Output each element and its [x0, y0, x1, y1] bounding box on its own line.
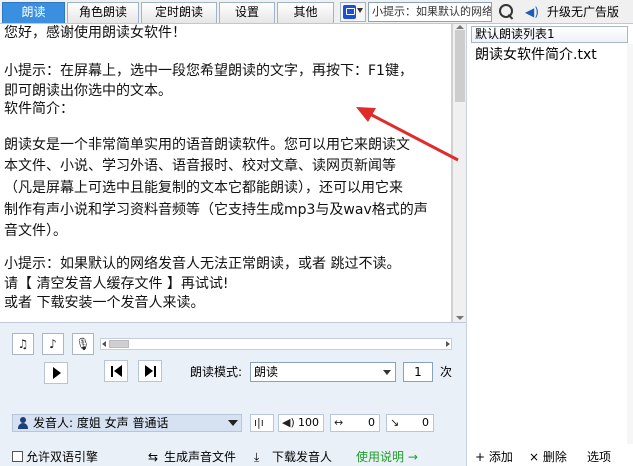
- volume-icon: ◀): [282, 416, 295, 429]
- person-icon: [17, 417, 29, 429]
- text-line: 或者 下载安装一个发音人来读。: [4, 295, 205, 311]
- read-mode-select[interactable]: 朗读: [250, 362, 396, 382]
- text-line: 小提示：在屏幕上，选中一段您希望朗读的文字，再按下：F1键，: [4, 63, 413, 79]
- scroll-down-icon[interactable]: [456, 316, 464, 320]
- scroll-thumb[interactable]: [455, 30, 465, 102]
- download-icon: ⤓: [254, 450, 260, 464]
- text-line: 制作有声小说和学习资料音频等（它支持生成mp3与及wav格式的声: [4, 202, 428, 218]
- upgrade-button[interactable]: ◀) 升级无广告版: [523, 2, 633, 22]
- playlist-item-label: 朗读女软件简介.txt: [475, 47, 597, 63]
- red-arrow-annotation: [356, 107, 459, 162]
- prev-bar: [111, 366, 113, 377]
- tab-timed-read[interactable]: 定时朗读: [141, 2, 217, 23]
- bilingual-label[interactable]: 允许双语引擎: [26, 448, 98, 466]
- tab-role-read[interactable]: 角色朗读: [67, 2, 139, 23]
- playlist-item[interactable]: 朗读女软件简介.txt: [475, 46, 597, 64]
- pitch-control[interactable]: ↘ 0: [386, 414, 434, 432]
- options-button[interactable]: 选项: [587, 448, 611, 466]
- speed-icon: ↔: [334, 416, 344, 429]
- music-file-icon[interactable]: ♫: [12, 333, 34, 355]
- music-note-icon[interactable]: ♪: [42, 333, 64, 355]
- text-editor[interactable]: 您好，感谢使用朗读女软件！ 小提示：在屏幕上，选中一段您希望朗读的文字，再按下：…: [0, 24, 452, 322]
- playlist-panel: 默认朗读列表1 朗读女软件简介.txt + 添加 × 删除 选项: [466, 24, 633, 466]
- speaker-label: 发音人: 度姐 女声 普通话: [33, 416, 169, 430]
- tab-settings[interactable]: 设置: [219, 2, 275, 23]
- repeat-times-label: 次: [440, 365, 453, 379]
- play-button[interactable]: [44, 362, 68, 384]
- playlist-footer: + 添加 × 删除 选项: [467, 448, 633, 466]
- playlist-header[interactable]: 默认朗读列表1: [471, 26, 628, 43]
- search-input[interactable]: 小提示：如果默认的网络: [368, 2, 492, 22]
- text-vertical-scrollbar[interactable]: [452, 24, 466, 322]
- next-bar: [154, 366, 156, 377]
- progress-thumb[interactable]: [109, 340, 129, 348]
- bilingual-checkbox[interactable]: [12, 451, 23, 462]
- text-line: 请【 清空发音人缓存文件 】再试试!: [4, 276, 229, 292]
- read-mode-label: 朗读模式:: [190, 365, 243, 379]
- pitch-icon: ↘: [390, 416, 400, 429]
- tab-other[interactable]: 其他: [277, 2, 334, 23]
- text-line: 音文件）。: [4, 223, 67, 239]
- previous-icon: [114, 365, 122, 377]
- options-row: 允许双语引擎 ⇆ 生成声音文件 ⤓ 下载发音人 使用说明 →: [0, 447, 466, 466]
- download-speaker-button[interactable]: 下载发音人: [272, 448, 332, 466]
- text-line: 本文件、小说、学习外语、语音报时、校对文章、读网页新闻等: [4, 158, 396, 174]
- gen-audio-icon: ⇆: [148, 450, 159, 464]
- delete-button[interactable]: × 删除: [529, 448, 567, 466]
- previous-button[interactable]: [104, 360, 128, 382]
- read-mode-value: 朗读: [254, 365, 279, 379]
- volume-value: 100: [298, 416, 319, 429]
- scroll-up-icon[interactable]: [456, 25, 464, 29]
- chevron-down-icon: [357, 8, 363, 13]
- volume-control[interactable]: ◀) 100: [278, 414, 324, 432]
- text-line: 小提示：如果默认的网络发音人无法正常朗读，或者 跳过不读。: [4, 256, 401, 272]
- generate-audio-button[interactable]: 生成声音文件: [164, 448, 236, 466]
- control-panel: ♫ ♪ 🎙 朗读模式: 朗读 1 次 发音人: 度姐 女声 普通话 ı|ı ◀)…: [0, 322, 466, 466]
- tab-read[interactable]: 朗读: [2, 2, 65, 23]
- pitch-value: 0: [422, 416, 429, 429]
- next-button[interactable]: [138, 360, 162, 382]
- speed-value: 0: [368, 416, 375, 429]
- voice-menu-button[interactable]: [340, 2, 366, 22]
- play-icon: [53, 367, 61, 379]
- chevron-down-icon: [383, 370, 391, 375]
- progress-scrollbar[interactable]: [100, 338, 452, 350]
- repeat-times-input[interactable]: 1: [403, 362, 433, 382]
- speaker-select[interactable]: 发音人: 度姐 女声 普通话: [12, 414, 242, 432]
- next-icon: [145, 365, 153, 377]
- waveform-icon: ı|ı: [254, 416, 264, 429]
- text-line: 即可朗读出你选中的文本。: [4, 83, 172, 99]
- text-line: 软件简介：: [4, 101, 74, 117]
- scroll-left-icon[interactable]: [102, 341, 106, 347]
- arrow-shaft: [365, 110, 459, 162]
- playlist-scrollbar[interactable]: [627, 44, 633, 444]
- speed-control[interactable]: ↔ 0: [330, 414, 380, 432]
- text-line: （凡是屏幕上可选中且能复制的文本它都能朗读），还可以用它来: [4, 180, 403, 196]
- help-link[interactable]: 使用说明 →: [356, 448, 418, 466]
- text-line: 您好，感谢使用朗读女软件！: [4, 25, 186, 41]
- add-button[interactable]: + 添加: [475, 448, 513, 466]
- chevron-down-icon: [228, 420, 238, 426]
- microphone-icon[interactable]: 🎙: [72, 333, 94, 355]
- speaker-icon: ◀): [525, 5, 539, 19]
- voice-settings-button[interactable]: ı|ı: [250, 414, 274, 432]
- upgrade-label: 升级无广告版: [547, 5, 620, 19]
- scroll-right-icon[interactable]: [446, 341, 450, 347]
- search-icon[interactable]: [498, 3, 516, 21]
- voice-icon: [343, 5, 356, 19]
- top-tab-bar: 朗读 角色朗读 定时朗读 设置 其他 小提示：如果默认的网络 ◀) 升级无广告版: [0, 0, 633, 24]
